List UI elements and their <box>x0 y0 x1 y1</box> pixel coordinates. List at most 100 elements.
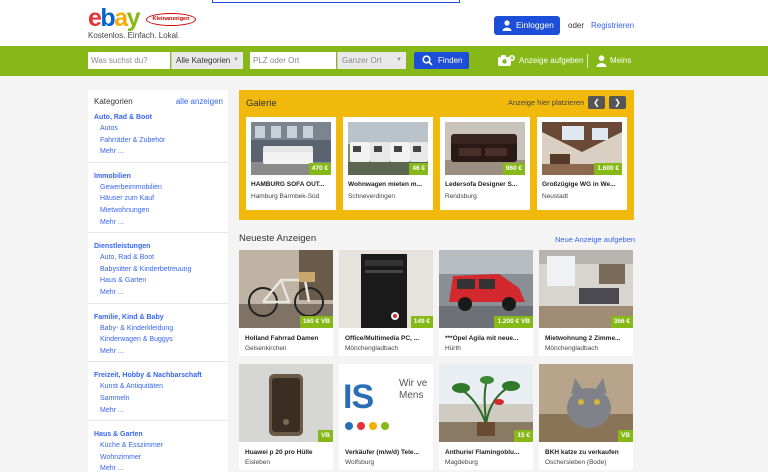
search-bar: Was suchst du? Alle Kategorien ▼ PLZ ode… <box>0 46 768 76</box>
more-link[interactable]: Mehr ... <box>94 463 222 472</box>
gallery-item[interactable]: 470 € HAMBURG SOFA OUT... Hamburg Barmbe… <box>246 117 336 210</box>
listing-card[interactable]: 15 € Anthurie/ Flamingoblu... Magdeburg <box>439 364 533 470</box>
divider <box>587 54 588 68</box>
price-badge: 470 € <box>308 163 331 175</box>
subcategory-link[interactable]: Haus & Garten <box>94 275 222 287</box>
post-ad-button[interactable]: Anzeige aufgeben <box>497 55 584 67</box>
listing-card[interactable]: IS Wir ve Mens Verkäufer (m/w/d) Tele...… <box>339 364 433 470</box>
subcategory-link[interactable]: Baby- & Kinderkleidung <box>94 323 222 335</box>
my-account-label: Meins <box>610 56 632 65</box>
price-badge: 366 € <box>610 316 633 328</box>
listing-photo: 160 € VB <box>239 250 333 328</box>
listing-card[interactable]: VB Huawei p 20 pro Hülle Eisleben <box>239 364 333 470</box>
listing-photo: 366 € <box>539 250 633 328</box>
listing-card[interactable]: 366 € Mietwohnung 2 Zimme... Mönchenglad… <box>539 250 633 356</box>
listing-location: Neustadt <box>542 193 569 200</box>
listing-title: Wohnwagen mieten m... <box>348 181 422 188</box>
category-list: Auto, Rad & Boot Autos Fahrräder & Zubeh… <box>88 110 228 472</box>
listing-title: Ledersofa Designer S... <box>445 181 518 188</box>
new-ad-link[interactable]: Neue Anzeige aufgeben <box>555 235 635 244</box>
price-badge: 46 € <box>409 163 428 175</box>
subcategory-link[interactable]: Kinderwagen & Buggys <box>94 334 222 346</box>
category-title[interactable]: Haus & Garten <box>94 429 222 440</box>
listing-card[interactable]: 149 € Office/Multimedia PC, ... Möncheng… <box>339 250 433 356</box>
listing-card[interactable]: 160 € VB Holland Fahrrad Damen Gelsenkir… <box>239 250 333 356</box>
find-button[interactable]: Finden <box>414 52 469 69</box>
listing-location: Mönchengladbach <box>545 345 599 352</box>
chevron-down-icon: ▼ <box>396 57 402 63</box>
subcategory-link[interactable]: Auto, Rad & Boot <box>94 252 222 264</box>
category-title[interactable]: Immobilien <box>94 171 222 182</box>
price-badge: 160 € VB <box>299 316 333 328</box>
category-group: Auto, Rad & Boot Autos Fahrräder & Zubeh… <box>88 110 228 163</box>
listing-location: Hamburg Barmbek-Süd <box>251 193 320 200</box>
login-button[interactable]: Einloggen <box>494 16 560 35</box>
or-text: oder <box>568 21 585 30</box>
price-badge: 15 € <box>514 430 533 442</box>
listing-title: Holland Fahrrad Damen <box>245 335 319 342</box>
category-select[interactable]: Alle Kategorien ▼ <box>171 52 243 69</box>
more-link[interactable]: Mehr ... <box>94 346 222 358</box>
more-link[interactable]: Mehr ... <box>94 217 222 229</box>
banner-logo-text: IS <box>343 378 374 416</box>
listing-location: Eisleben <box>245 459 270 466</box>
listing-card[interactable]: VB BKH katze zu verkaufen Oschersleben (… <box>539 364 633 470</box>
price-badge: 960 € <box>502 163 525 175</box>
subcategory-link[interactable]: Babysitter & Kinderbetreuung <box>94 264 222 276</box>
category-group: Immobilien Gewerbeimmobilien Häuser zum … <box>88 169 228 234</box>
register-link[interactable]: Registrieren <box>591 21 634 30</box>
subcategory-link[interactable]: Mietwohnungen <box>94 205 222 217</box>
more-link[interactable]: Mehr ... <box>94 287 222 299</box>
sidebar-heading: Kategorien <box>94 97 133 106</box>
listing-photo: 1.200 € VB <box>439 250 533 328</box>
more-link[interactable]: Mehr ... <box>94 146 222 158</box>
listing-photo: 15 € <box>439 364 533 442</box>
banner-text-line: Mens <box>399 390 424 401</box>
gallery-item[interactable]: 46 € Wohnwagen mieten m... Schneverdinge… <box>343 117 433 210</box>
subcategory-link[interactable]: Wohnzimmer <box>94 452 222 464</box>
category-group: Haus & Garten Küche & Esszimmer Wohnzimm… <box>88 427 228 472</box>
gallery-prev-button[interactable]: ❮ <box>588 96 605 109</box>
top-banner-frame <box>212 0 460 3</box>
listing-location: Gelsenkirchen <box>245 345 287 352</box>
more-link[interactable]: Mehr ... <box>94 405 222 417</box>
listing-photo: VB <box>239 364 333 442</box>
chevron-down-icon: ▼ <box>233 57 239 63</box>
subcategory-link[interactable]: Gewerbeimmobilien <box>94 182 222 194</box>
listing-location: Mönchengladbach <box>345 345 399 352</box>
ebay-wordmark: ebay <box>88 4 141 32</box>
subcategory-link[interactable]: Fahrräder & Zubehör <box>94 135 222 147</box>
subcategory-link[interactable]: Häuser zum Kauf <box>94 193 222 205</box>
category-title[interactable]: Freizeit, Hobby & Nachbarschaft <box>94 370 222 381</box>
radius-select[interactable]: Ganzer Ort ▼ <box>337 52 406 69</box>
category-group: Freizeit, Hobby & Nachbarschaft Kunst & … <box>88 368 228 422</box>
search-input[interactable]: Was suchst du? <box>88 52 170 69</box>
subcategory-link[interactable]: Autos <box>94 123 222 135</box>
my-account-button[interactable]: Meins <box>596 55 631 67</box>
gallery-next-button[interactable]: ❯ <box>609 96 626 109</box>
price-badge: 149 € <box>410 316 433 328</box>
ebay-kleinanzeigen-logo[interactable]: ebay Kleinanzeigen <box>88 6 200 32</box>
subcategory-link[interactable]: Kunst & Antiquitäten <box>94 381 222 393</box>
user-icon <box>596 55 607 67</box>
listing-card[interactable]: 1.200 € VB ***Opel Agila mit neue... Hür… <box>439 250 533 356</box>
subcategory-link[interactable]: Küche & Esszimmer <box>94 440 222 452</box>
gallery-item[interactable]: 960 € Ledersofa Designer S... Rendsburg <box>440 117 530 210</box>
price-badge: 1.600 € <box>594 163 622 175</box>
price-badge: VB <box>317 430 333 442</box>
show-all-categories-link[interactable]: alle anzeigen <box>176 97 223 106</box>
gallery-item[interactable]: 1.600 € Großzügige WG in We... Neustadt <box>537 117 627 210</box>
category-title[interactable]: Dienstleistungen <box>94 241 222 252</box>
listing-title: Anthurie/ Flamingoblu... <box>445 449 520 456</box>
listing-photo: VB <box>539 364 633 442</box>
listing-title: Großzügige WG in We... <box>542 181 616 188</box>
listing-photo: IS Wir ve Mens <box>339 364 433 442</box>
listing-photo: 149 € <box>339 250 433 328</box>
place-ad-link[interactable]: Anzeige hier platzieren <box>508 98 584 107</box>
category-title[interactable]: Auto, Rad & Boot <box>94 112 222 123</box>
subcategory-link[interactable]: Sammeln <box>94 393 222 405</box>
location-input[interactable]: PLZ oder Ort <box>250 52 336 69</box>
category-group: Dienstleistungen Auto, Rad & Boot Babysi… <box>88 239 228 304</box>
kleinanzeigen-badge: Kleinanzeigen <box>146 13 196 26</box>
category-title[interactable]: Familie, Kind & Baby <box>94 312 222 323</box>
